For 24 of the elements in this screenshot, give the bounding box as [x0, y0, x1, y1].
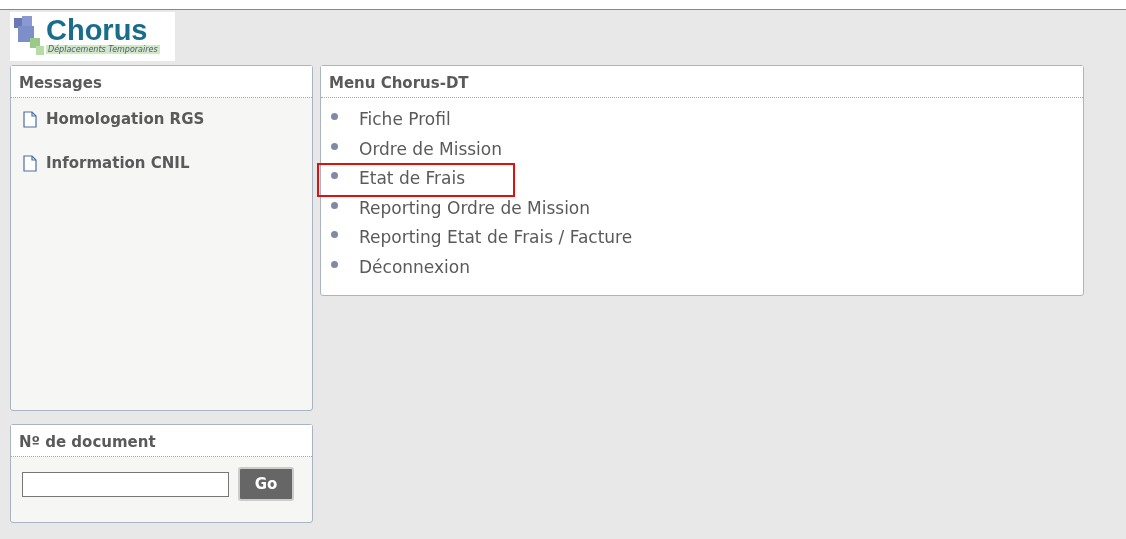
menu-link[interactable]: Fiche Profil: [357, 108, 453, 130]
menu-link[interactable]: Déconnexion: [357, 255, 472, 278]
document-icon: [23, 110, 37, 128]
bullet-icon: [331, 142, 338, 150]
panel-title: Nº de document: [11, 425, 312, 457]
panel-title: Menu Chorus-DT: [321, 66, 1083, 98]
message-link[interactable]: Homologation RGS: [23, 110, 300, 128]
logo-name: Chorus: [46, 15, 148, 45]
document-number-field[interactable]: [22, 471, 229, 497]
bullet-icon: [331, 113, 338, 120]
message-link[interactable]: Information CNIL: [23, 154, 300, 172]
panel-title: Messages: [11, 66, 312, 98]
menu-link[interactable]: Etat de Frais: [319, 165, 514, 195]
menu-link[interactable]: Reporting Etat de Frais / Facture: [357, 226, 635, 248]
logo-icon: [14, 16, 44, 56]
bullet-icon: [331, 231, 338, 238]
bullet-icon: [331, 172, 338, 179]
bullet-icon: [331, 260, 338, 268]
menu-link[interactable]: Ordre de Mission: [357, 137, 504, 160]
menu-link[interactable]: Reporting Ordre de Mission: [357, 196, 593, 219]
logo-subtitle: Déplacements Temporaires: [46, 45, 160, 54]
go-button[interactable]: Go: [238, 467, 294, 501]
bullet-icon: [331, 201, 338, 209]
document-icon: [23, 154, 37, 172]
